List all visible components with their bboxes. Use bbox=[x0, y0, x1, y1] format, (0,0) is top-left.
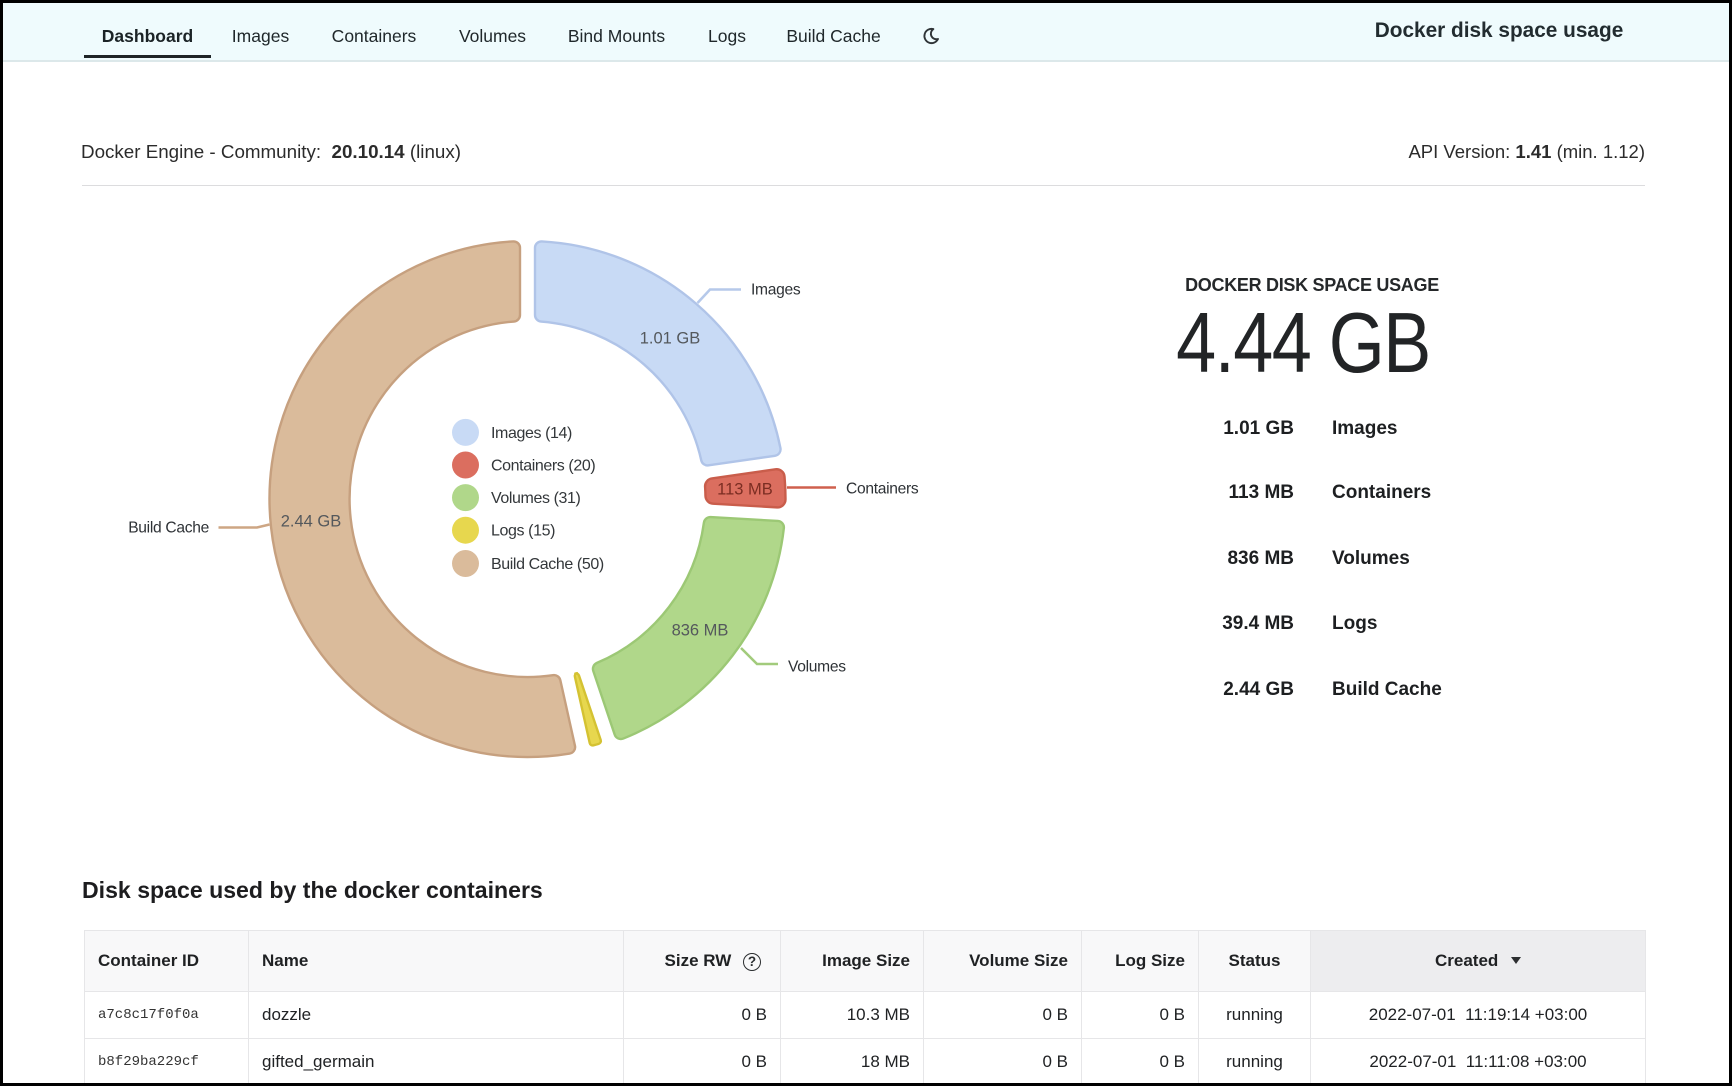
svg-text:Volumes: Volumes bbox=[788, 659, 846, 676]
svg-text:113 MB: 113 MB bbox=[717, 481, 773, 499]
svg-text:1.01 GB: 1.01 GB bbox=[640, 330, 701, 348]
svg-text:Logs (15): Logs (15) bbox=[491, 523, 555, 540]
svg-text:Build Cache: Build Cache bbox=[128, 520, 209, 537]
svg-text:Build Cache (50): Build Cache (50) bbox=[491, 556, 604, 573]
svg-text:836 MB: 836 MB bbox=[672, 622, 729, 640]
svg-text:Images: Images bbox=[751, 282, 801, 299]
svg-text:Containers (20): Containers (20) bbox=[491, 458, 595, 475]
svg-text:Volumes (31): Volumes (31) bbox=[491, 490, 581, 507]
svg-text:Images (14): Images (14) bbox=[491, 425, 572, 442]
svg-text:Containers: Containers bbox=[846, 481, 919, 498]
svg-text:2.44 GB: 2.44 GB bbox=[281, 513, 342, 531]
